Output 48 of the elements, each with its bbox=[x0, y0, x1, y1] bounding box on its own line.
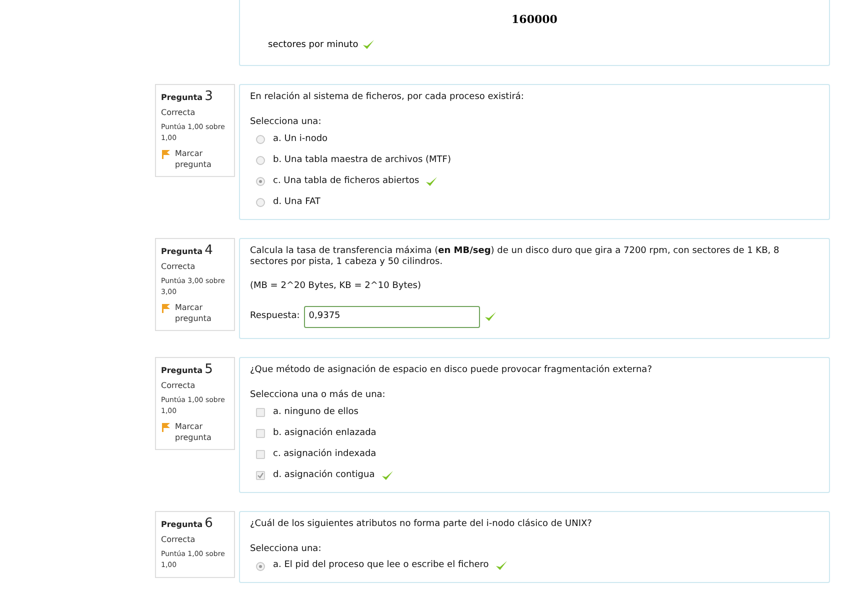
flag-question-link[interactable]: Marcar pregunta bbox=[175, 148, 229, 170]
radio-button[interactable] bbox=[256, 177, 265, 186]
radio-button[interactable] bbox=[256, 198, 265, 207]
question-label: Pregunta bbox=[161, 365, 203, 377]
answer-field[interactable]: 0,9375 bbox=[304, 306, 480, 328]
question-status: Correcta bbox=[161, 260, 196, 272]
radio-button[interactable] bbox=[256, 562, 265, 570]
question-number: 6 bbox=[204, 516, 213, 530]
question-note: (MB = 2^20 Bytes, KB = 2^10 Bytes) bbox=[250, 280, 422, 292]
option-label[interactable]: d. Una FAT bbox=[273, 196, 320, 210]
flag-question-link[interactable]: Marcar pregunta bbox=[175, 302, 229, 324]
checkbox[interactable] bbox=[256, 471, 265, 480]
question-text: En relación al sistema de ficheros, por cada proceso existirá: bbox=[250, 92, 525, 103]
question-label: Pregunta bbox=[161, 92, 203, 104]
question-status: Correcta bbox=[161, 380, 196, 392]
radio-button[interactable] bbox=[256, 135, 265, 144]
instruction-text: Selecciona una o más de una: bbox=[250, 389, 386, 402]
question-status: Correcta bbox=[161, 107, 196, 119]
question-text: ¿Cuál de los siguientes atributos no forma parte del i-nodo clásico de UNIX? bbox=[250, 518, 593, 530]
question-label: Pregunta bbox=[161, 518, 203, 530]
option-label[interactable]: a. Un i-nodo bbox=[273, 132, 328, 146]
question-status: Correcta bbox=[161, 534, 196, 546]
option-label[interactable]: a. El pid del proceso que lee o escribe el fichero bbox=[273, 559, 489, 573]
flag-question-link[interactable]: Marcar pregunta bbox=[175, 421, 229, 443]
question-text: ¿Que método de asignación de espacio en disco puede provocar fragmentación externa? bbox=[250, 365, 653, 376]
option-label[interactable]: b. asignación enlazada bbox=[273, 426, 376, 440]
flag-icon[interactable] bbox=[161, 149, 171, 159]
option-label[interactable]: c. asignación indexada bbox=[273, 448, 376, 462]
checkbox[interactable] bbox=[256, 429, 265, 438]
answer-unit: sectores por minuto bbox=[268, 38, 358, 52]
question-number: 5 bbox=[204, 363, 213, 376]
option-label[interactable]: c. Una tabla de ficheros abiertos bbox=[273, 174, 420, 188]
question-number: 4 bbox=[204, 244, 213, 256]
instruction-text: Selecciona una: bbox=[250, 116, 322, 129]
radio-button[interactable] bbox=[256, 156, 265, 165]
flag-icon[interactable] bbox=[161, 302, 171, 312]
checkbox[interactable] bbox=[256, 450, 265, 459]
question-text: Calcula la tasa de transferencia máxima (en MB/seg) de un disco duro que gira a 7200 rpm, con sectores de 1 KB, 8 sectores por pista, 1 cabeza y 50 cilindros. bbox=[250, 246, 780, 268]
option-label[interactable]: b. Una tabla maestra de archivos (MTF) bbox=[273, 154, 451, 168]
question-label: Pregunta bbox=[161, 246, 203, 258]
answer-label: Respuesta: bbox=[250, 310, 300, 324]
checkbox[interactable] bbox=[256, 408, 265, 417]
answer-value: 160000 bbox=[512, 12, 558, 28]
option-label[interactable]: d. asignación contigua bbox=[273, 468, 375, 482]
option-label[interactable]: a. ninguno de ellos bbox=[273, 406, 358, 420]
instruction-text: Selecciona una: bbox=[250, 542, 322, 556]
question-number: 3 bbox=[204, 90, 213, 103]
flag-icon[interactable] bbox=[161, 422, 171, 432]
